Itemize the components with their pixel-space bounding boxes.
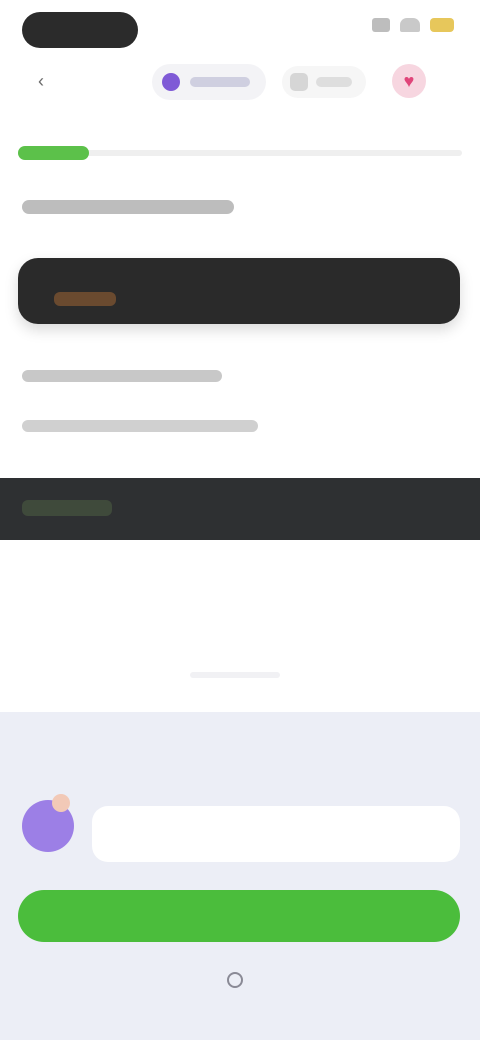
lesson-progress-fill [18,146,89,160]
ai-avatar-icon [162,73,180,91]
chevron-left-icon[interactable]: ‹ [38,70,60,92]
report-icon [227,972,243,988]
resource-chip[interactable] [282,66,366,98]
code-token [54,292,116,306]
battery-icon [430,18,454,32]
report-link[interactable] [0,972,480,988]
divider [190,672,280,678]
status-icons [372,18,454,32]
output-label [22,500,112,516]
question-heading [22,200,234,214]
feedback-panel [0,712,480,1040]
signal-icon [372,18,390,32]
explanation-line-2 [22,420,258,432]
ai-chip-label [190,77,250,87]
explanation-line-1 [22,370,222,382]
status-time-pill [22,12,138,48]
code-answer-card[interactable] [18,258,460,324]
continue-button[interactable] [18,890,460,942]
tip-bubble [92,806,460,862]
wifi-icon [400,18,420,32]
resource-chip-label [316,77,352,87]
heart-icon[interactable]: ♥ [392,64,426,98]
document-icon [290,73,308,91]
ai-tutor-chip[interactable] [152,64,266,100]
mascot-avatar [22,794,74,852]
output-banner [0,478,480,540]
